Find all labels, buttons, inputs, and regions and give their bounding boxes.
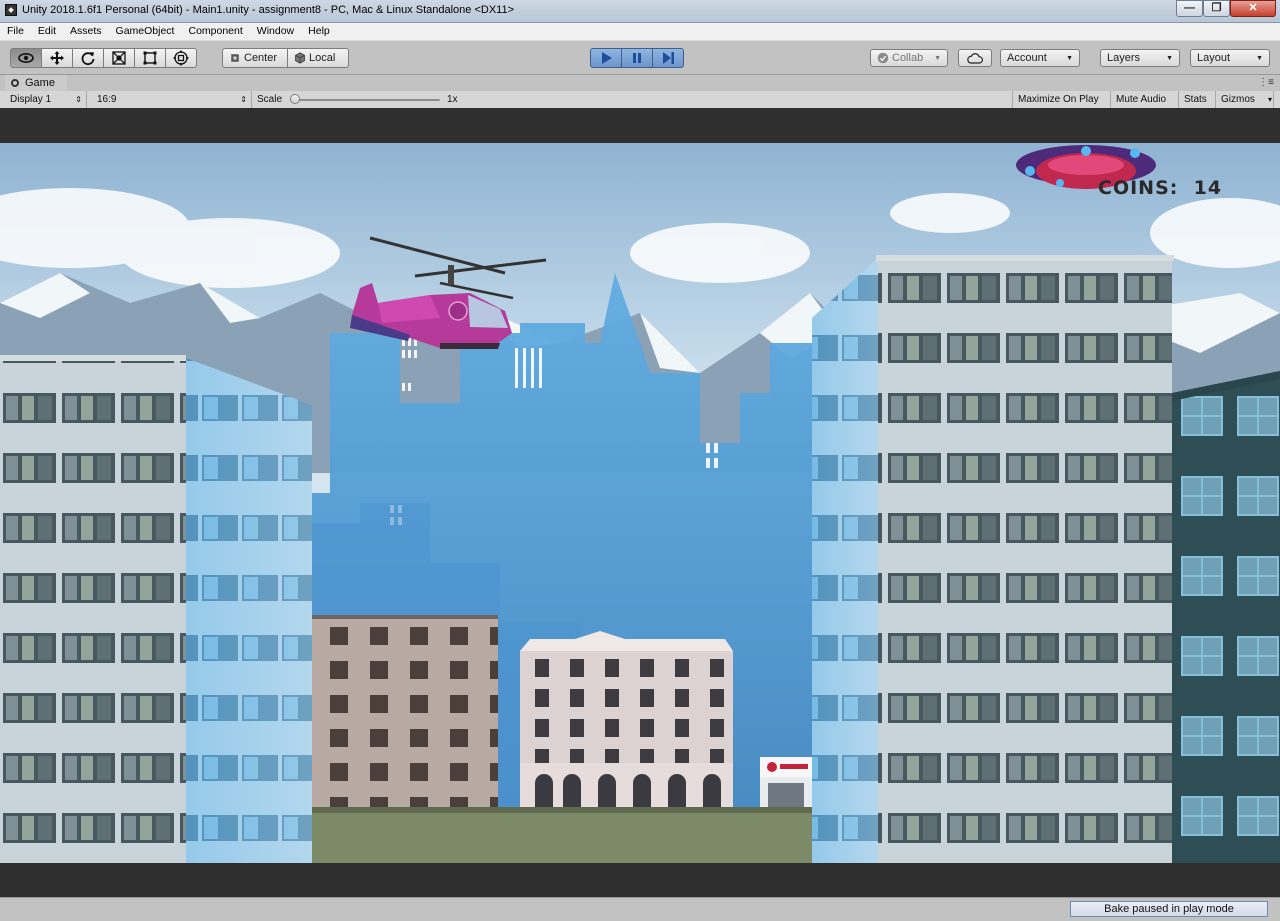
game-tab-bar: Game ⋮≡ xyxy=(0,75,1280,91)
menu-help[interactable]: Help xyxy=(301,23,337,40)
layout-label: Layout xyxy=(1197,52,1231,64)
restore-icon: ❐ xyxy=(1211,2,1222,14)
status-message: Bake paused in play mode xyxy=(1070,901,1268,917)
menu-gameobject[interactable]: GameObject xyxy=(109,23,182,40)
scale-icon xyxy=(112,51,126,65)
close-icon: ✕ xyxy=(1248,2,1258,14)
play-icon xyxy=(602,52,612,64)
rotate-tool-button[interactable] xyxy=(72,48,104,68)
maximize-on-play-label: Maximize On Play xyxy=(1018,94,1099,105)
tab-options-icon[interactable]: ⋮≡ xyxy=(1258,77,1274,88)
gizmos-dropdown[interactable]: Gizmos ▾ xyxy=(1216,91,1274,108)
menu-window[interactable]: Window xyxy=(250,23,301,40)
cloud-button[interactable] xyxy=(958,49,992,67)
game-view-panel: COINS: 14 xyxy=(0,108,1280,897)
transform-tools xyxy=(10,48,197,68)
rect-tool-button[interactable] xyxy=(134,48,166,68)
display-dropdown[interactable]: Display 1 ⇕ xyxy=(5,91,87,108)
scale-slider-handle[interactable] xyxy=(290,94,300,104)
close-button[interactable]: ✕ xyxy=(1230,0,1276,17)
status-bar: Bake paused in play mode xyxy=(0,897,1280,921)
mute-audio-label: Mute Audio xyxy=(1116,94,1167,105)
menu-file[interactable]: File xyxy=(0,23,31,40)
scale-slider-track[interactable] xyxy=(290,99,440,101)
tab-game-label: Game xyxy=(25,77,55,89)
stats-label: Stats xyxy=(1184,94,1207,105)
window-title-bar: Unity 2018.1.6f1 Personal (64bit) - Main… xyxy=(0,0,1280,23)
play-button[interactable] xyxy=(590,48,622,68)
rect-transform-icon xyxy=(143,51,157,65)
chevron-down-icon: ▼ xyxy=(1066,54,1073,62)
step-button[interactable] xyxy=(652,48,684,68)
aspect-label: 16:9 xyxy=(97,94,117,105)
collab-dropdown[interactable]: Collab ▼ xyxy=(870,49,948,67)
account-label: Account xyxy=(1007,52,1047,64)
updown-arrows-icon: ⇕ xyxy=(240,95,247,104)
transform-tool-button[interactable] xyxy=(165,48,197,68)
chevron-down-icon: ▼ xyxy=(1256,54,1263,62)
pause-button[interactable] xyxy=(621,48,653,68)
pivot-local-button[interactable]: Local xyxy=(287,48,349,68)
stats-toggle[interactable]: Stats xyxy=(1179,91,1216,108)
move-tool-button[interactable] xyxy=(41,48,73,68)
pivot-toggles: Center Local xyxy=(222,48,349,68)
pivot-center-label: Center xyxy=(244,52,278,64)
menu-assets[interactable]: Assets xyxy=(63,23,109,40)
scale-label: Scale xyxy=(257,94,283,105)
layout-dropdown[interactable]: Layout ▼ xyxy=(1190,49,1270,67)
local-cube-icon xyxy=(295,52,305,64)
game-scene xyxy=(0,143,1280,863)
move-arrows-icon xyxy=(50,51,64,65)
check-circle-icon xyxy=(877,52,889,64)
pivot-local-label: Local xyxy=(309,52,336,64)
chevron-down-icon: ▾ xyxy=(1267,95,1272,104)
tab-game[interactable]: Game xyxy=(5,75,67,91)
chevron-down-icon: ▼ xyxy=(1166,54,1173,62)
coins-counter: COINS: 14 xyxy=(1098,177,1222,199)
eye-icon xyxy=(18,53,34,63)
pivot-center-icon xyxy=(231,54,239,62)
game-viewport[interactable]: COINS: 14 xyxy=(0,143,1280,863)
menu-edit[interactable]: Edit xyxy=(31,23,63,40)
menu-component[interactable]: Component xyxy=(181,23,249,40)
pause-icon xyxy=(633,53,641,63)
collab-label: Collab xyxy=(892,52,924,64)
restore-button[interactable]: ❐ xyxy=(1203,0,1230,17)
coins-value: 14 xyxy=(1193,177,1223,199)
pacman-game-icon xyxy=(11,79,19,87)
aspect-dropdown[interactable]: 16:9 ⇕ xyxy=(92,91,252,108)
updown-arrows-icon: ⇕ xyxy=(75,95,82,104)
mute-audio-toggle[interactable]: Mute Audio xyxy=(1111,91,1179,108)
chevron-down-icon: ▼ xyxy=(934,54,941,62)
main-toolbar: Center Local Collab ▼ Account ▼ Layers ▼ xyxy=(0,41,1280,75)
step-icon xyxy=(663,52,674,64)
maximize-on-play-toggle[interactable]: Maximize On Play xyxy=(1012,91,1111,108)
scale-tool-button[interactable] xyxy=(103,48,135,68)
gizmos-label: Gizmos xyxy=(1221,94,1255,105)
coins-label: COINS: xyxy=(1098,177,1179,199)
layers-label: Layers xyxy=(1107,52,1141,64)
pivot-center-button[interactable]: Center xyxy=(222,48,288,68)
scale-value: 1x xyxy=(447,94,458,105)
account-dropdown[interactable]: Account ▼ xyxy=(1000,49,1080,67)
layers-dropdown[interactable]: Layers ▼ xyxy=(1100,49,1180,67)
unity-logo-icon xyxy=(5,4,17,16)
minimize-button[interactable]: — xyxy=(1176,0,1203,17)
game-view-toolbar: Display 1 ⇕ 16:9 ⇕ Scale 1x Maximize On … xyxy=(0,91,1280,109)
display-label: Display 1 xyxy=(10,94,52,105)
playback-controls xyxy=(590,48,684,68)
view-tool-button[interactable] xyxy=(10,48,42,68)
window-title: Unity 2018.1.6f1 Personal (64bit) - Main… xyxy=(22,4,515,16)
rotate-icon xyxy=(81,52,95,66)
menu-bar: File Edit Assets GameObject Component Wi… xyxy=(0,23,1280,41)
transform-combined-icon xyxy=(173,50,189,66)
minimize-icon: — xyxy=(1184,2,1195,14)
cloud-icon xyxy=(967,52,983,64)
